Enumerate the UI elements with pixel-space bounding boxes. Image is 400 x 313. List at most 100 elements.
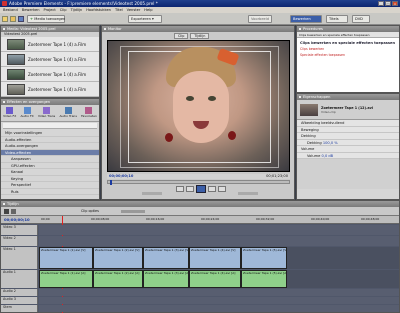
video-preview[interactable] — [107, 40, 290, 172]
track-header-video-3[interactable]: Video 3 — [1, 225, 38, 235]
timeline-toolbar: Clip opties — [1, 207, 399, 216]
close-button[interactable]: × — [392, 1, 398, 6]
monitor-current-timecode[interactable]: 00;00;00;10 — [107, 174, 133, 178]
video-clip[interactable]: Zoetermeer Tape 1 (5).avi [V] — [241, 247, 287, 269]
track-header-narration[interactable]: Stem — [1, 305, 38, 312]
ruler-tick-label: 00;00;16;00 — [146, 217, 165, 221]
tab-clip[interactable]: Clip — [174, 33, 189, 39]
video-clip[interactable]: Zoetermeer Tape 1 (4).avi [V] — [189, 247, 241, 269]
fast-forward-icon[interactable] — [218, 186, 226, 192]
ruler-tick-label: 00;00;24;00 — [201, 217, 220, 221]
video-clip[interactable]: Zoetermeer Tape 1 (2).avi [V] — [93, 247, 143, 269]
titles-button[interactable]: Titels — [326, 15, 348, 23]
export-button[interactable]: Exporteren ▾ — [128, 15, 162, 23]
media-thumbnail — [7, 38, 25, 50]
maximize-button[interactable]: □ — [385, 1, 391, 6]
monitor-scrubber[interactable] — [107, 180, 290, 185]
audio-track-2 — [39, 289, 399, 296]
ruler-tick-label: 00;00 — [41, 217, 50, 221]
audio-clip[interactable]: Zoetermeer Tape 1 (1).avi [A] — [39, 270, 93, 288]
video-clip[interactable]: Zoetermeer Tape 1 (1).avi [V] — [39, 247, 93, 269]
effects-search-input[interactable] — [3, 123, 97, 129]
edit-tab[interactable]: Bewerken — [290, 15, 322, 23]
audio-clip[interactable]: Zoetermeer Tape 1 (3).avi [A] — [143, 270, 189, 288]
video-transitions-icon — [43, 107, 51, 114]
video-fx-category[interactable]: Video FX — [3, 107, 16, 118]
earring-shape — [165, 133, 173, 142]
audio-track-1: Zoetermeer Tape 1 (1).avi [A] Zoetermeer… — [39, 270, 399, 288]
audio-fx-icon — [23, 107, 31, 114]
howto-panel: Procedures Clips bewerken en speciale ef… — [296, 25, 400, 93]
title-bar: Adobe Premiere Elements - F:\premiere el… — [0, 0, 400, 7]
favorites-icon — [85, 107, 93, 114]
effects-tree-item[interactable]: Ruis — [1, 189, 99, 195]
monitor-panel: Monitor Clip Tijdlijn 00;00;00;10 00;01;… — [101, 25, 295, 200]
media-item-label: Zoetermeer Tape 1 (4) a.Film — [28, 41, 87, 47]
media-item[interactable]: Zoetermeer Tape 1 (4) a.Film — [1, 82, 99, 97]
earring-shape — [228, 131, 236, 140]
video-clip[interactable]: Zoetermeer Tape 1 (3).avi [V] — [143, 247, 189, 269]
jog-slider[interactable] — [238, 192, 258, 195]
rewind-icon[interactable] — [176, 186, 184, 192]
minimize-button[interactable]: _ — [378, 1, 384, 6]
audio-clip[interactable]: Zoetermeer Tape 1 (4).avi [A] — [189, 270, 241, 288]
track-header-video-1[interactable]: Video 1 — [1, 247, 38, 269]
shuttle-slider[interactable] — [142, 192, 162, 195]
preview-button[interactable]: Voorbeeld — [248, 15, 272, 23]
effects-category-bar: Video FX Audio FX Video Trans Audio Tran… — [1, 105, 99, 122]
ruler-tick-label: 00;00;32;00 — [256, 217, 275, 221]
audio-transitions-icon — [64, 107, 72, 114]
media-item-label: Zoetermeer Tape 1 (4) a.Film — [28, 86, 87, 92]
properties-empty-area — [297, 159, 399, 189]
transport-controls — [176, 185, 226, 193]
media-item[interactable]: Zoetermeer Tape 1 (4) a.Film — [1, 37, 99, 52]
razor-tool-icon[interactable] — [11, 209, 16, 214]
video-transitions-category[interactable]: Video Trans — [38, 107, 55, 118]
zoom-slider[interactable] — [121, 210, 145, 213]
video-track-1: Zoetermeer Tape 1 (1).avi [V] Zoetermeer… — [39, 247, 399, 269]
clip-options-button[interactable]: Clip opties — [81, 208, 99, 215]
properties-panel-header: Eigenschappen — [297, 94, 399, 100]
favorites-category[interactable]: Favorieten — [81, 107, 97, 118]
effects-panel-header: Effecten en overgangen — [1, 99, 99, 105]
media-item[interactable]: Zoetermeer Tape 1 (4) a.Film — [1, 52, 99, 67]
main-toolbar: + Media toevoegen Exporteren ▾ Voorbeeld… — [0, 13, 400, 25]
media-thumbnail — [7, 53, 25, 65]
step-forward-icon[interactable] — [208, 186, 216, 192]
audio-clip[interactable]: Zoetermeer Tape 1 (2).avi [A] — [93, 270, 143, 288]
video-track-3 — [39, 225, 399, 235]
track-header-video-2[interactable]: Video 2 — [1, 236, 38, 246]
open-folder-icon[interactable] — [10, 16, 16, 22]
add-media-button[interactable]: + Media toevoegen — [27, 15, 65, 23]
selection-tool-icon[interactable] — [4, 209, 9, 214]
ruler-tick-label: 00;00;40;00 — [311, 217, 330, 221]
media-panel: Media: Videotest 2005.prel Videotest 200… — [0, 25, 100, 98]
timeline-timecode[interactable]: 00;00;00;10 — [4, 217, 30, 222]
monitor-playhead[interactable] — [110, 180, 112, 185]
window-controls: _ □ × — [378, 1, 398, 6]
save-icon[interactable] — [18, 16, 24, 22]
track-header-audio-3[interactable]: Audio 3 — [1, 297, 38, 304]
video-fx-icon — [6, 107, 14, 114]
audio-track-3 — [39, 297, 399, 304]
audio-clip[interactable]: Zoetermeer Tape 1 (5).avi [A] — [241, 270, 287, 288]
timeline-ruler-row: 00;00;00;10 00;00 00;00;08;00 00;00;16;0… — [1, 216, 399, 224]
media-item-label: Zoetermeer Tape 1 (4) a.Film — [28, 56, 87, 62]
play-icon[interactable] — [196, 185, 206, 193]
howto-panel-header: Procedures — [297, 26, 399, 32]
media-item[interactable]: Zoetermeer Tape 1 (4) a.Film — [1, 67, 99, 82]
narration-track — [39, 305, 399, 312]
audio-fx-category[interactable]: Audio FX — [20, 107, 34, 118]
properties-panel: Eigenschappen Zoetermeer Tape 1 (12).avi… — [296, 93, 400, 200]
tab-timeline[interactable]: Tijdlijn — [190, 33, 210, 39]
dvd-button[interactable]: DVD — [352, 15, 370, 23]
howto-link[interactable]: Speciale effecten toepassen — [297, 53, 399, 58]
track-header-audio-1[interactable]: Audio 1 — [1, 270, 38, 288]
track-header-audio-2[interactable]: Audio 2 — [1, 289, 38, 296]
face-shape — [173, 71, 229, 143]
step-back-icon[interactable] — [186, 186, 194, 192]
new-project-icon[interactable] — [2, 16, 8, 22]
audio-transitions-category[interactable]: Audio Trans — [59, 107, 77, 118]
properties-clip-header: Zoetermeer Tape 1 (12).avi Video-clip — [297, 100, 399, 120]
monitor-duration: 00;01;23;00 — [266, 174, 288, 178]
